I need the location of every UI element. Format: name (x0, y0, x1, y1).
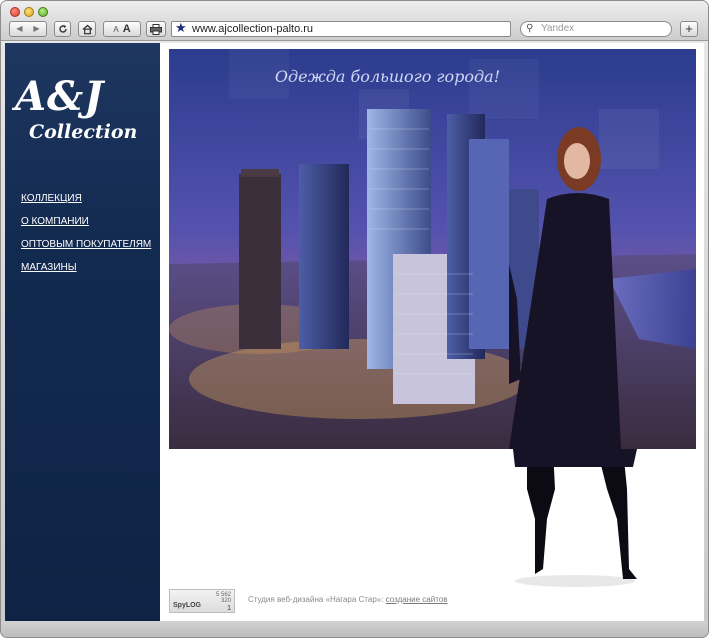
back-forward-buttons[interactable]: ◀ ▶ (9, 21, 47, 37)
hero-tagline: Одежда большого города! (169, 67, 696, 86)
counter-badge[interactable]: SpyLOG 5 562 320 1 (169, 589, 235, 613)
zoom-window-button[interactable] (38, 7, 48, 17)
minimize-window-button[interactable] (24, 7, 34, 17)
close-window-button[interactable] (10, 7, 20, 17)
reload-icon (58, 24, 67, 33)
address-url: www.ajcollection-palto.ru (192, 23, 314, 35)
back-arrow-icon[interactable]: ◀ (11, 22, 28, 36)
logo-collection-text: Collection (29, 121, 138, 143)
browser-toolbar: ◀ ▶ AA ★ www.ajcollection-palto.ru ⚲ Yan… (1, 1, 708, 41)
print-button[interactable] (146, 21, 166, 37)
text-bigger-label[interactable]: A (123, 23, 131, 35)
add-bookmark-button[interactable]: + (680, 21, 698, 37)
browser-window: ◀ ▶ AA ★ www.ajcollection-palto.ru ⚲ Yan… (0, 0, 709, 638)
main-menu: КОЛЛЕКЦИЯ О КОМПАНИИ ОПТОВЫМ ПОКУПАТЕЛЯМ… (21, 193, 151, 285)
menu-item-about[interactable]: О КОМПАНИИ (21, 216, 151, 227)
logo-monogram: A&J (15, 73, 105, 120)
home-icon (82, 24, 92, 35)
sidebar: A&J Collection КОЛЛЕКЦИЯ О КОМПАНИИ ОПТО… (5, 43, 160, 621)
counter-logo: SpyLOG (173, 602, 202, 609)
search-field[interactable]: ⚲ Yandex (520, 21, 672, 37)
footer-link-web-design[interactable]: создание сайтов (386, 595, 448, 604)
plus-icon: + (685, 21, 693, 36)
address-bar[interactable]: ★ www.ajcollection-palto.ru (171, 21, 511, 37)
search-placeholder: Yandex (541, 23, 575, 34)
menu-item-collection[interactable]: КОЛЛЕКЦИЯ (21, 193, 151, 204)
footer-credits: Студия веб-дизайна «Нагара Стар»: создан… (248, 595, 447, 604)
window-bottom-bar (1, 621, 708, 637)
text-size-buttons[interactable]: AA (103, 21, 141, 37)
counter-value-2: 320 (220, 598, 231, 604)
text-smaller-label[interactable]: A (113, 25, 118, 34)
menu-item-wholesale[interactable]: ОПТОВЫМ ПОКУПАТЕЛЯМ (21, 239, 151, 250)
hero-banner: Одежда большого города! (169, 49, 696, 449)
city-skyline-image (169, 49, 696, 449)
bookmark-star-icon[interactable]: ★ (175, 21, 187, 35)
reload-button[interactable] (54, 21, 71, 37)
menu-item-stores[interactable]: МАГАЗИНЫ (21, 262, 151, 273)
site-logo[interactable]: A&J Collection (13, 73, 153, 153)
counter-value-3: 1 (227, 605, 231, 612)
studio-text: Студия веб-дизайна «Нагара Стар»: (248, 595, 386, 604)
web-page: A&J Collection КОЛЛЕКЦИЯ О КОМПАНИИ ОПТО… (5, 43, 704, 621)
forward-arrow-icon[interactable]: ▶ (28, 22, 45, 36)
hero-tagline-text: Одежда большого города! (274, 67, 501, 86)
search-icon: ⚲ (526, 23, 534, 34)
home-button[interactable] (78, 21, 96, 37)
printer-icon (150, 24, 162, 35)
model-legs-image (513, 449, 637, 587)
